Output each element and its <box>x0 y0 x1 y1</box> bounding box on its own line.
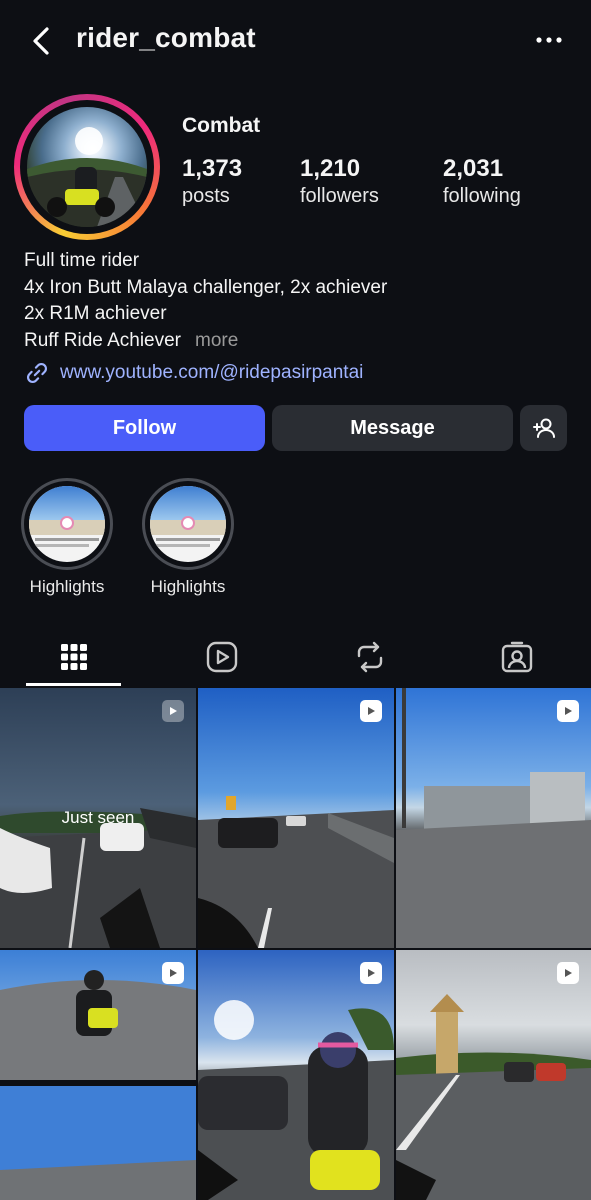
add-person-icon <box>532 418 555 438</box>
post-thumbnail[interactable] <box>396 688 591 948</box>
reel-badge-icon <box>360 700 382 722</box>
post-thumbnail[interactable] <box>198 688 394 948</box>
more-dots-icon <box>536 37 562 43</box>
post-thumbnail[interactable]: Just seen <box>0 688 196 948</box>
link-icon <box>27 363 47 383</box>
posts-label: posts <box>182 185 230 207</box>
reels-icon <box>206 641 238 673</box>
reel-badge-icon <box>162 700 184 722</box>
profile-username: rider_combat <box>76 22 256 53</box>
profile-link[interactable]: www.youtube.com/@ridepasirpantai <box>24 360 363 386</box>
highlight-label: Highlights <box>29 577 105 596</box>
bio-line: Ruff Ride Achiever <box>24 329 182 351</box>
posts-count: 1,373 <box>182 155 243 182</box>
reel-badge-icon <box>162 962 184 984</box>
posts-stat[interactable]: 1,373 posts <box>182 155 242 208</box>
bio: Full time rider 4x Iron Butt Malaya chal… <box>24 248 387 354</box>
highlight-cover <box>150 486 226 562</box>
highlight-label: Highlights <box>150 577 226 596</box>
profile-link-text: www.youtube.com/@ridepasirpantai <box>60 362 364 383</box>
bio-line: 4x Iron Butt Malaya challenger, 2x achie… <box>24 276 388 298</box>
bio-line: Full time rider <box>24 250 140 271</box>
following-stat[interactable]: 2,031 following <box>443 155 521 208</box>
bio-more-link[interactable]: more <box>195 330 238 351</box>
story-highlight[interactable]: Highlights <box>19 478 115 597</box>
chevron-left-icon <box>33 27 49 55</box>
post-thumbnail[interactable] <box>198 950 394 1200</box>
active-tab-indicator <box>26 683 121 686</box>
tab-reposts[interactable] <box>296 628 444 686</box>
post-thumbnail[interactable] <box>396 950 591 1200</box>
story-highlight[interactable]: Highlights <box>140 478 236 597</box>
followers-count: 1,210 <box>300 155 361 182</box>
following-count: 2,031 <box>443 155 504 182</box>
suggested-users-button[interactable] <box>520 405 567 451</box>
reel-badge-icon <box>557 962 579 984</box>
tab-posts[interactable] <box>0 628 148 686</box>
profile-tabs <box>0 628 591 686</box>
message-button[interactable]: Message <box>272 405 513 451</box>
highlight-cover <box>29 486 105 562</box>
back-button[interactable] <box>24 24 58 58</box>
follow-button[interactable]: Follow <box>24 405 265 451</box>
reel-badge-icon <box>360 962 382 984</box>
grid-icon <box>61 644 87 670</box>
followers-label: followers <box>300 185 379 207</box>
avatar <box>27 107 147 227</box>
tab-tagged[interactable] <box>443 628 591 686</box>
followers-stat[interactable]: 1,210 followers <box>300 155 379 208</box>
display-name: Combat <box>182 114 261 137</box>
following-label: following <box>443 185 521 207</box>
story-ring[interactable] <box>14 94 160 240</box>
bio-line: 2x R1M achiever <box>24 303 167 324</box>
more-options-button[interactable] <box>531 28 567 52</box>
repost-icon <box>357 641 383 673</box>
reel-badge-icon <box>557 700 579 722</box>
top-bar: rider_combat <box>0 0 591 82</box>
tab-reels[interactable] <box>148 628 296 686</box>
just-seen-label: Just seen <box>61 808 135 827</box>
post-thumbnail[interactable] <box>0 950 196 1200</box>
tagged-icon <box>501 641 533 673</box>
